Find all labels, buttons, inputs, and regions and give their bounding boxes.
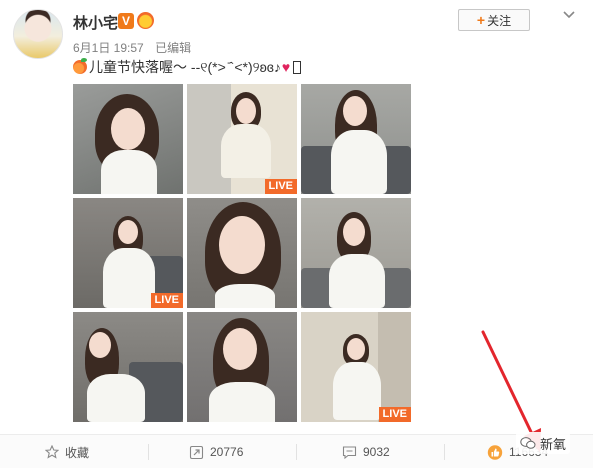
- post-meta: 6月1日 19:57 已编辑: [73, 39, 199, 56]
- post-text-main: 儿童节快落喔～ -: [89, 59, 196, 75]
- heart-emoji-icon: ♥: [281, 59, 291, 75]
- watermark: 新氧: [516, 432, 571, 454]
- post-image[interactable]: [301, 84, 411, 194]
- post-image[interactable]: LIVE: [73, 198, 183, 308]
- post-text: 儿童节快落喔～ - -୧(*> ᷄`<*)୨ʚɞ♪ ♥: [73, 58, 302, 76]
- follow-label: 关注: [487, 13, 512, 28]
- verified-icon: V: [118, 13, 134, 29]
- comment-count: 9032: [363, 445, 390, 459]
- avatar[interactable]: [13, 9, 63, 59]
- comment-button[interactable]: 9032: [342, 435, 390, 468]
- watermark-text: 新氧: [540, 436, 567, 452]
- comment-icon: [342, 445, 357, 459]
- favorite-label: 收藏: [65, 445, 90, 460]
- post-image[interactable]: [301, 198, 411, 308]
- chevron-down-icon[interactable]: [562, 8, 576, 22]
- post-text-kaomoji: -୧(*> ᷄`<*)୨ʚɞ♪: [195, 58, 281, 75]
- action-bar: 收藏 20776 9032 116634: [0, 434, 593, 468]
- favorite-button[interactable]: 收藏: [45, 435, 89, 468]
- username[interactable]: 林小宅: [73, 12, 118, 33]
- plus-icon: +: [476, 12, 486, 28]
- live-badge: LIVE: [378, 407, 411, 422]
- repost-icon: [189, 445, 204, 459]
- repost-count: 20776: [210, 445, 244, 459]
- post-image[interactable]: [187, 198, 297, 308]
- wechat-icon: [520, 437, 536, 449]
- post-image[interactable]: [73, 84, 183, 194]
- post-image[interactable]: [187, 312, 297, 422]
- divider: [148, 444, 149, 460]
- post-date[interactable]: 6月1日 19:57: [73, 41, 144, 55]
- repost-button[interactable]: 20776: [189, 435, 243, 468]
- divider: [296, 444, 297, 460]
- live-badge: LIVE: [150, 293, 183, 308]
- image-grid: LIVE LIVE LIVE: [73, 84, 411, 422]
- star-icon: [45, 445, 59, 459]
- post-image[interactable]: [73, 312, 183, 422]
- post-image[interactable]: LIVE: [301, 312, 411, 422]
- follow-button[interactable]: + 关注: [458, 9, 530, 31]
- edited-label[interactable]: 已编辑: [155, 41, 191, 55]
- post-image[interactable]: LIVE: [187, 84, 297, 194]
- live-badge: LIVE: [264, 179, 297, 194]
- divider: [444, 444, 445, 460]
- unknown-glyph-icon: [293, 60, 302, 74]
- member-badge-icon: [137, 12, 154, 29]
- peach-emoji-icon: [73, 58, 87, 74]
- thumbs-up-icon: [487, 444, 503, 460]
